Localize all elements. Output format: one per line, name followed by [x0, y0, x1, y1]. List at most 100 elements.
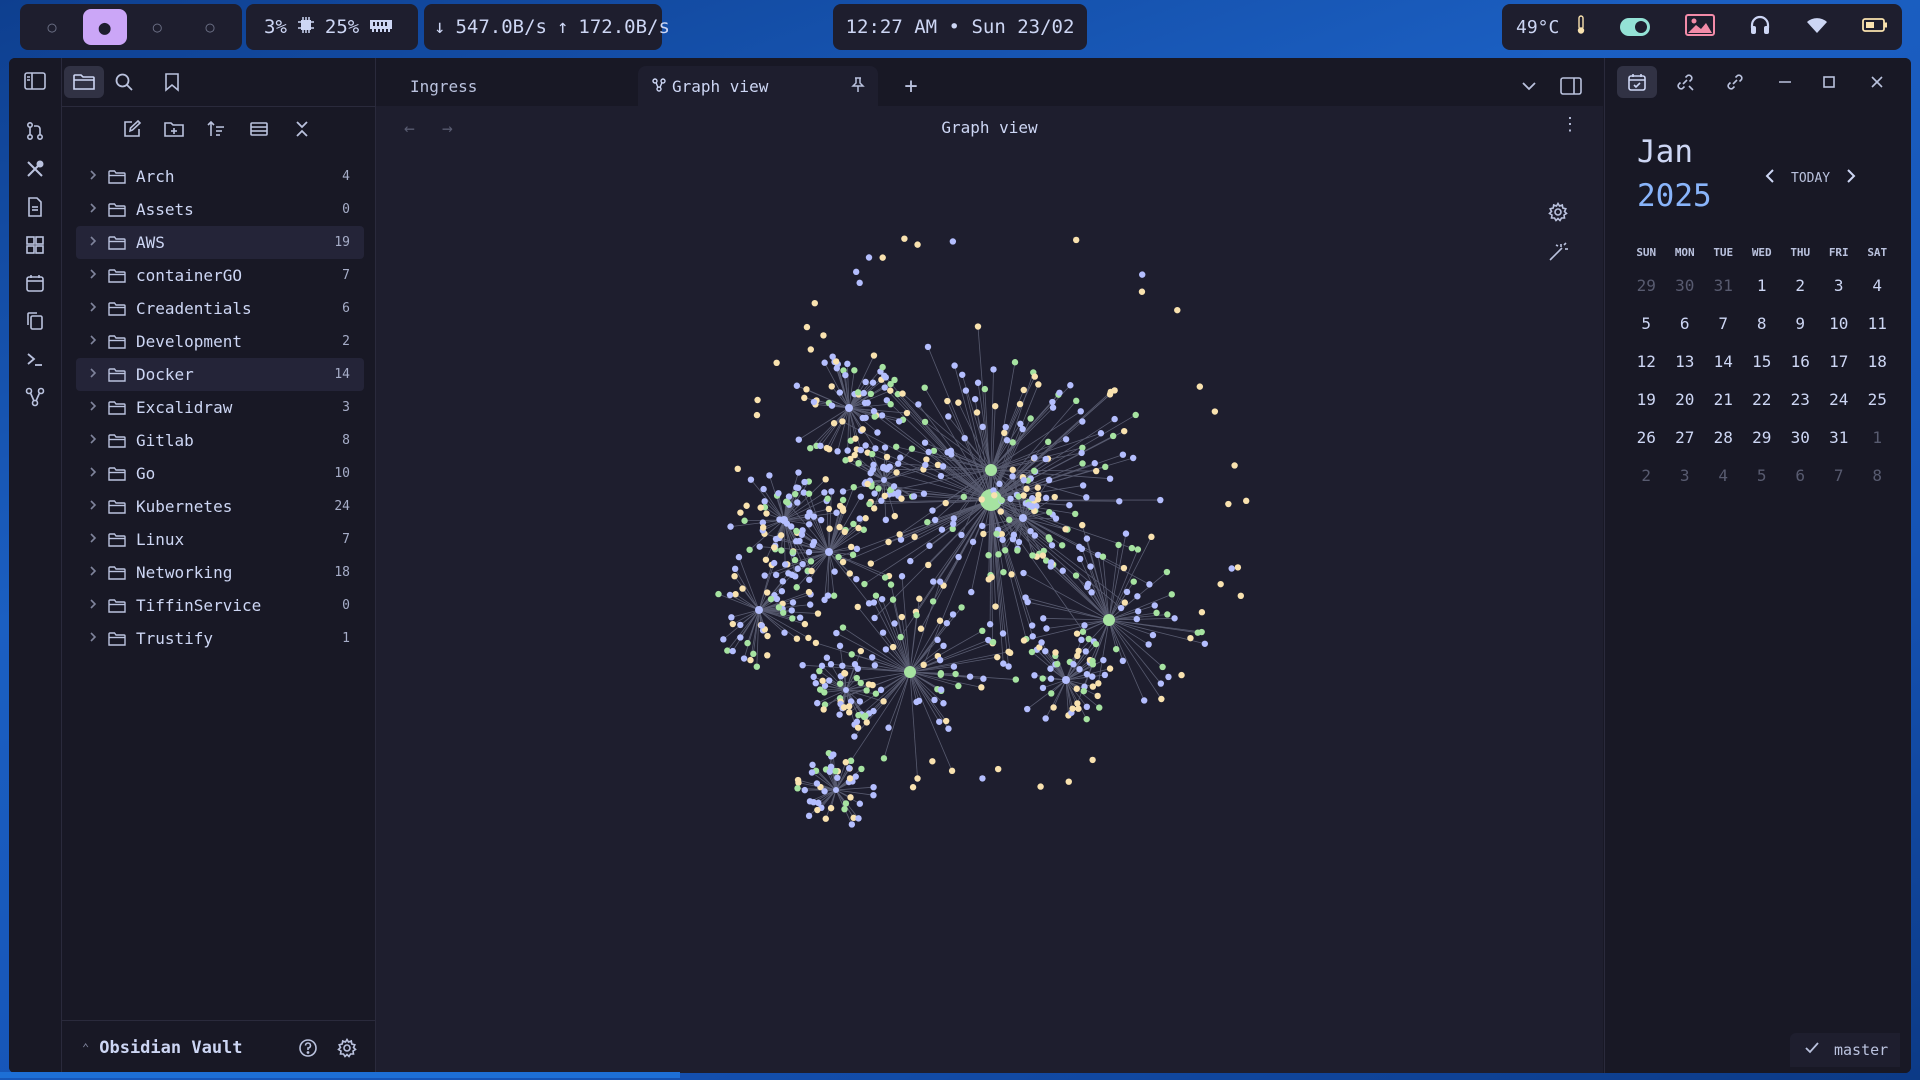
graph-node[interactable] — [880, 698, 887, 705]
git-branch[interactable]: master — [1834, 1041, 1888, 1059]
graph-node[interactable] — [789, 549, 796, 556]
graph-node[interactable] — [1038, 639, 1045, 646]
graph-node[interactable] — [1059, 567, 1066, 574]
calendar-day[interactable]: 2 — [1627, 466, 1666, 485]
minimize-icon[interactable] — [1765, 66, 1805, 98]
graph-node[interactable] — [1237, 592, 1244, 600]
folder-item[interactable]: Docker 14 — [76, 358, 364, 391]
graph-node[interactable] — [805, 812, 813, 820]
graph-node[interactable] — [849, 551, 857, 559]
graph-node[interactable] — [848, 543, 855, 551]
graph-node[interactable] — [999, 630, 1007, 637]
graph-node[interactable] — [907, 557, 914, 565]
graph-node[interactable] — [1031, 373, 1038, 380]
graph-node[interactable] — [1091, 460, 1098, 467]
calendar-day[interactable]: 25 — [1858, 390, 1897, 409]
graph-node[interactable] — [1089, 657, 1096, 665]
graph-node[interactable] — [1048, 542, 1056, 549]
graph-node[interactable] — [913, 698, 920, 706]
graph-node[interactable] — [971, 395, 979, 403]
calendar-day[interactable]: 22 — [1743, 390, 1782, 409]
folder-item[interactable]: AWS 19 — [76, 226, 364, 259]
graph-node[interactable] — [778, 547, 785, 554]
graph-node[interactable] — [793, 635, 801, 642]
graph-node[interactable] — [789, 615, 796, 622]
graph-node[interactable] — [1028, 648, 1036, 656]
graph-node[interactable] — [841, 669, 848, 677]
graph-node[interactable] — [1042, 647, 1049, 655]
graph-node[interactable] — [869, 681, 876, 689]
chevron-right-icon[interactable] — [1846, 168, 1856, 188]
graph-node[interactable] — [777, 532, 785, 539]
graph-node[interactable] — [739, 585, 746, 592]
graph-node[interactable] — [1123, 588, 1131, 596]
graph-node[interactable] — [997, 508, 1004, 515]
graph-node[interactable] — [764, 632, 771, 640]
graph-node[interactable] — [842, 371, 849, 379]
graph-node[interactable] — [859, 426, 866, 433]
graph-node[interactable] — [998, 497, 1005, 504]
graph-node[interactable] — [925, 448, 932, 456]
graph-node[interactable] — [803, 386, 810, 393]
graph-node[interactable] — [1120, 564, 1128, 572]
graph-node[interactable] — [1138, 288, 1146, 295]
bookmark-icon[interactable] — [152, 66, 192, 98]
graph-node[interactable] — [1174, 306, 1181, 314]
graph-node[interactable] — [994, 765, 1002, 773]
graph-node[interactable] — [855, 712, 862, 719]
calendar-day[interactable]: 13 — [1666, 352, 1705, 371]
graph-node[interactable] — [863, 719, 870, 726]
graph-node[interactable] — [1133, 615, 1140, 623]
graph-node[interactable] — [827, 763, 835, 771]
graph-node[interactable] — [1093, 467, 1100, 475]
graph-node[interactable] — [850, 483, 857, 491]
graph-node[interactable] — [846, 775, 854, 782]
graph-node[interactable] — [830, 751, 837, 758]
graph-node[interactable] — [754, 396, 761, 404]
graph-node[interactable] — [1051, 493, 1058, 501]
graph-node[interactable] — [1072, 236, 1080, 244]
graph-node[interactable] — [785, 570, 792, 577]
graph-node[interactable] — [1196, 383, 1204, 390]
graph-node[interactable] — [793, 584, 800, 591]
graph-node[interactable] — [936, 578, 944, 585]
toggle-icon[interactable] — [1620, 18, 1651, 36]
graph-node[interactable] — [826, 525, 833, 532]
graph-node[interactable] — [945, 725, 952, 732]
calendar-day[interactable]: 18 — [1858, 352, 1897, 371]
graph-node[interactable] — [816, 667, 823, 675]
graph-node[interactable] — [949, 611, 957, 618]
graph-node[interactable] — [1087, 563, 1094, 570]
graph-node[interactable] — [1153, 609, 1160, 617]
close-icon[interactable] — [1857, 66, 1897, 98]
graph-node[interactable] — [1198, 628, 1205, 636]
graph-node[interactable] — [1035, 381, 1042, 388]
graph-node[interactable] — [871, 662, 879, 669]
calendar-day[interactable]: 17 — [1820, 352, 1859, 371]
graph-node[interactable] — [746, 546, 753, 553]
graph-node[interactable] — [795, 779, 802, 786]
graph-node[interactable] — [766, 472, 773, 479]
graph-node[interactable] — [1023, 485, 1030, 493]
folder-item[interactable]: Gitlab 8 — [76, 424, 364, 457]
graph-node[interactable] — [986, 621, 994, 628]
workspace-2[interactable]: ● — [82, 9, 127, 45]
graph-node[interactable] — [916, 595, 923, 602]
graph-node[interactable] — [841, 528, 848, 536]
graph-node[interactable] — [807, 601, 814, 608]
graph-node[interactable] — [942, 717, 950, 725]
graph-node[interactable] — [808, 769, 816, 776]
graph-node[interactable] — [955, 553, 962, 561]
calendar-day[interactable]: 5 — [1627, 314, 1666, 333]
graph-node[interactable] — [921, 439, 929, 446]
folder-item[interactable]: Excalidraw 3 — [76, 391, 364, 424]
graph-node[interactable] — [980, 530, 987, 538]
graph-canvas[interactable] — [376, 150, 1603, 1073]
graph-node[interactable] — [1031, 672, 1038, 679]
graph-node[interactable] — [869, 450, 876, 458]
graph-node[interactable] — [820, 706, 827, 713]
graph-node[interactable] — [810, 538, 818, 546]
graph-node[interactable] — [1119, 657, 1127, 665]
graph-node[interactable] — [889, 643, 897, 651]
graph-node[interactable] — [897, 454, 904, 461]
